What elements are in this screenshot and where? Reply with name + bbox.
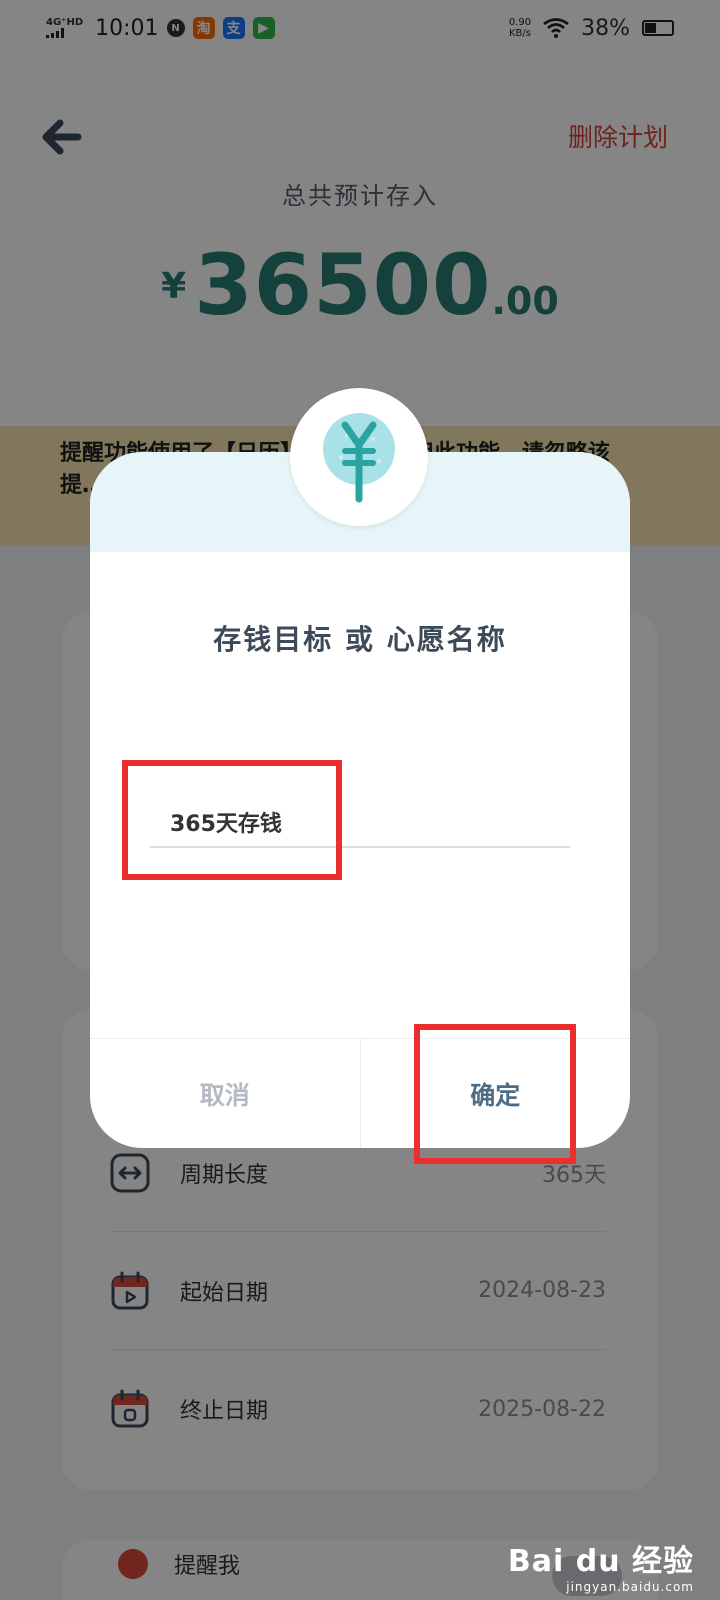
money-tree-emblem — [290, 388, 428, 526]
dialog-title: 存钱目标 或 心愿名称 — [213, 623, 507, 656]
baidu-jingyan-watermark: Bai du 经验 jingyan.baidu.com — [508, 1536, 694, 1594]
money-tree-icon — [323, 413, 395, 503]
cancel-button[interactable]: 取消 — [90, 1039, 361, 1148]
watermark-main: Bai du 经验 — [507, 1544, 694, 1579]
input-highlight-box — [122, 760, 342, 880]
confirm-highlight-box — [414, 1024, 576, 1164]
watermark-sub: jingyan.baidu.com — [566, 1580, 694, 1594]
